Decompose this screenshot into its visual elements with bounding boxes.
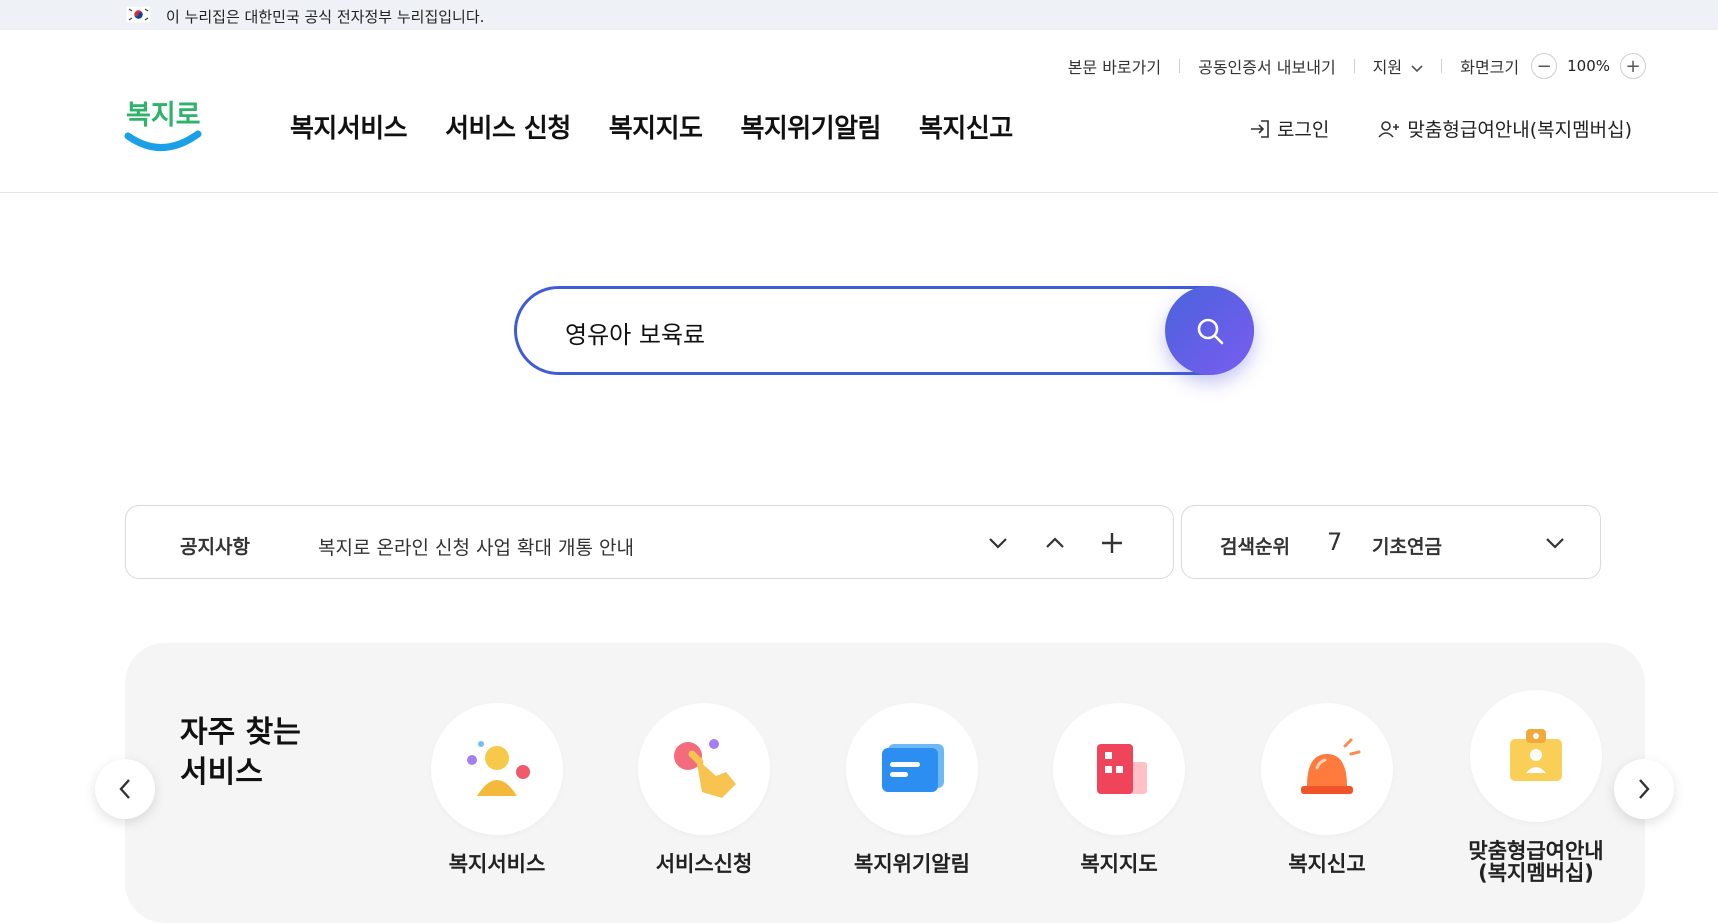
notice-bar: 공지사항 복지로 온라인 신청 사업 확대 개통 안내 bbox=[125, 505, 1174, 579]
chevron-down-icon bbox=[1411, 65, 1423, 73]
search-rank: 검색순위 7 기초연금 bbox=[1181, 505, 1601, 579]
title-line-2: 서비스 bbox=[180, 755, 263, 790]
user-menu: 로그인 맞춤형급여안내(복지멤버십) bbox=[1249, 115, 1632, 142]
login-label: 로그인 bbox=[1276, 119, 1330, 141]
service-icon-circle bbox=[1261, 703, 1393, 835]
service-icon-circle bbox=[431, 703, 563, 835]
chevron-up-icon bbox=[1046, 537, 1064, 548]
cert-export-link[interactable]: 공동인증서 내보내기 bbox=[1198, 54, 1336, 78]
nav-welfare-report[interactable]: 복지신고 bbox=[919, 108, 1013, 145]
nav-welfare-services[interactable]: 복지서비스 bbox=[290, 108, 408, 145]
login-button[interactable]: 로그인 bbox=[1249, 115, 1329, 142]
service-icon-circle bbox=[1470, 690, 1602, 822]
service-membership[interactable]: 맞춤형급여안내 (복지멤버십) bbox=[1446, 690, 1626, 884]
utility-bar: 본문 바로가기 공동인증서 내보내기 지원 화면크기 − 100% + bbox=[1068, 52, 1646, 80]
logo-text: 복지로 bbox=[126, 100, 201, 131]
frequent-services-title: 자주 찾는 서비스 bbox=[180, 713, 301, 793]
search-button[interactable] bbox=[1165, 286, 1254, 375]
service-label: 맞춤형급여안내 (복지멤버십) bbox=[1446, 840, 1626, 884]
main-nav: 복지서비스 서비스 신청 복지지도 복지위기알림 복지신고 bbox=[290, 108, 1013, 145]
service-crisis-alert[interactable]: 복지위기알림 bbox=[822, 703, 1002, 875]
service-label-line-1: 맞춤형급여안내 bbox=[1468, 839, 1604, 863]
zoom-value: 100% bbox=[1567, 57, 1610, 75]
service-icon-circle bbox=[1053, 703, 1185, 835]
person-icon bbox=[467, 741, 530, 796]
service-welfare-report[interactable]: 복지신고 bbox=[1237, 703, 1417, 875]
zoom-in-button[interactable]: + bbox=[1620, 53, 1646, 79]
siren-icon bbox=[1301, 738, 1361, 794]
service-label: 복지신고 bbox=[1288, 852, 1366, 876]
search-input[interactable] bbox=[563, 313, 1127, 351]
carousel-prev-button[interactable] bbox=[95, 759, 155, 819]
chevron-down-icon bbox=[1546, 538, 1564, 549]
service-label: 복지서비스 bbox=[448, 852, 546, 876]
notice-more-button[interactable] bbox=[1097, 528, 1127, 558]
support-label: 지원 bbox=[1372, 58, 1403, 77]
service-icon-circle bbox=[846, 703, 978, 835]
rank-expand-button[interactable] bbox=[1540, 528, 1570, 558]
chevron-left-icon bbox=[119, 779, 130, 799]
divider bbox=[1353, 59, 1355, 73]
service-label: 복지위기알림 bbox=[854, 852, 970, 876]
zoom-out-button[interactable]: − bbox=[1531, 53, 1558, 79]
nav-service-apply[interactable]: 서비스 신청 bbox=[445, 108, 571, 145]
service-label-line-2: (복지멤버십) bbox=[1478, 861, 1594, 885]
building-map-icon bbox=[1097, 744, 1147, 794]
bokjiro-logo[interactable]: 복지로 bbox=[124, 90, 202, 158]
divider bbox=[1179, 59, 1181, 73]
nav-crisis-alert[interactable]: 복지위기알림 bbox=[740, 108, 881, 145]
divider bbox=[1441, 59, 1443, 73]
service-welfare-map[interactable]: 복지지도 bbox=[1029, 703, 1209, 875]
membership-label: 맞춤형급여안내(복지멤버십) bbox=[1407, 119, 1632, 141]
header-divider bbox=[0, 192, 1718, 193]
chevron-right-icon bbox=[1639, 779, 1650, 799]
notice-prev-button[interactable] bbox=[1040, 528, 1070, 558]
rank-label: 검색순위 bbox=[1220, 536, 1290, 558]
service-welfare[interactable]: 복지서비스 bbox=[407, 703, 587, 875]
service-label: 복지지도 bbox=[1080, 852, 1158, 876]
chevron-down-icon bbox=[989, 538, 1007, 549]
support-dropdown[interactable]: 지원 bbox=[1373, 54, 1424, 78]
notice-next-button[interactable] bbox=[983, 528, 1013, 558]
service-label: 서비스신청 bbox=[655, 852, 753, 876]
gov-banner-text: 이 누리집은 대한민국 공식 전자정부 누리집입니다. bbox=[166, 8, 485, 26]
hand-tap-icon bbox=[674, 739, 736, 798]
notice-text[interactable]: 복지로 온라인 신청 사업 확대 개통 안내 bbox=[318, 533, 634, 560]
nav-welfare-map[interactable]: 복지지도 bbox=[609, 108, 703, 145]
login-icon bbox=[1250, 119, 1269, 138]
message-icon bbox=[882, 744, 944, 792]
title-line-1: 자주 찾는 bbox=[180, 715, 301, 750]
plus-icon bbox=[1102, 533, 1122, 553]
add-user-icon bbox=[1378, 120, 1400, 138]
skip-to-content-link[interactable]: 본문 바로가기 bbox=[1068, 54, 1161, 78]
notice-label: 공지사항 bbox=[180, 536, 250, 558]
id-card-icon bbox=[1510, 729, 1562, 781]
gov-banner: 이 누리집은 대한민국 공식 전자정부 누리집입니다. bbox=[0, 0, 1718, 30]
membership-button[interactable]: 맞춤형급여안내(복지멤버십) bbox=[1377, 115, 1632, 142]
rank-number: 7 bbox=[1327, 528, 1343, 556]
zoom-label: 화면크기 bbox=[1460, 58, 1520, 77]
search-box bbox=[514, 286, 1254, 375]
search-icon bbox=[1197, 318, 1223, 344]
service-icon-circle bbox=[638, 703, 770, 835]
korea-flag-icon bbox=[126, 6, 151, 23]
rank-keyword[interactable]: 기초연금 bbox=[1372, 532, 1442, 559]
service-apply[interactable]: 서비스신청 bbox=[614, 703, 794, 875]
